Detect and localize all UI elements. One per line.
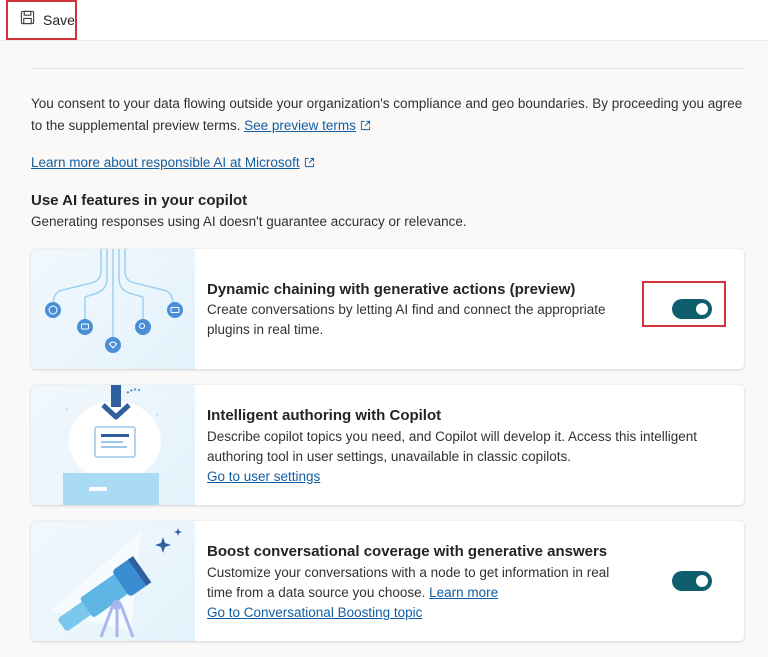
card-title: Intelligent authoring with Copilot	[207, 407, 442, 424]
card-description: Describe copilot topics you need, and Co…	[207, 429, 698, 464]
telescope-illustration	[31, 521, 195, 641]
go-to-conversational-boosting-link[interactable]: Go to Conversational Boosting topic	[207, 603, 422, 623]
save-icon	[20, 10, 35, 30]
card-title: Boost conversational coverage with gener…	[207, 543, 608, 560]
card-boost-conversational: Boost conversational coverage with gener…	[31, 521, 744, 641]
authoring-illustration	[31, 385, 195, 505]
consent-body: You consent to your data flowing outside…	[31, 96, 743, 133]
card-title: Dynamic chaining with generative actions…	[207, 281, 576, 298]
divider	[31, 68, 744, 69]
card-intelligent-authoring: Intelligent authoring with Copilot Descr…	[31, 385, 744, 505]
card-description: Create conversations by letting AI find …	[207, 302, 606, 337]
learn-more-responsible-ai-link[interactable]: Learn more about responsible AI at Micro…	[31, 155, 300, 170]
save-label: Save	[43, 12, 75, 28]
external-link-icon	[304, 154, 315, 174]
toggle-knob	[696, 303, 708, 315]
see-preview-terms-link[interactable]: See preview terms	[244, 118, 356, 133]
toggle-knob	[696, 575, 708, 587]
save-button[interactable]: Save	[6, 0, 77, 40]
card-description: Customize your conversations with a node…	[207, 563, 637, 603]
dynamic-chaining-toggle[interactable]	[672, 299, 712, 319]
section-subtitle: Generating responses using AI doesn't gu…	[31, 214, 467, 229]
card-description-text: Customize your conversations with a node…	[207, 565, 610, 600]
network-illustration	[31, 249, 195, 369]
command-bar: Save	[0, 0, 768, 41]
generative-answers-toggle[interactable]	[672, 571, 712, 591]
card-dynamic-chaining: Dynamic chaining with generative actions…	[31, 249, 744, 369]
section-title: Use AI features in your copilot	[31, 192, 248, 209]
learn-more-link[interactable]: Learn more	[429, 585, 498, 600]
go-to-user-settings-link[interactable]: Go to user settings	[207, 467, 320, 487]
consent-text: You consent to your data flowing outside…	[31, 93, 743, 138]
learn-more-row: Learn more about responsible AI at Micro…	[31, 153, 315, 174]
external-link-icon	[360, 116, 371, 138]
